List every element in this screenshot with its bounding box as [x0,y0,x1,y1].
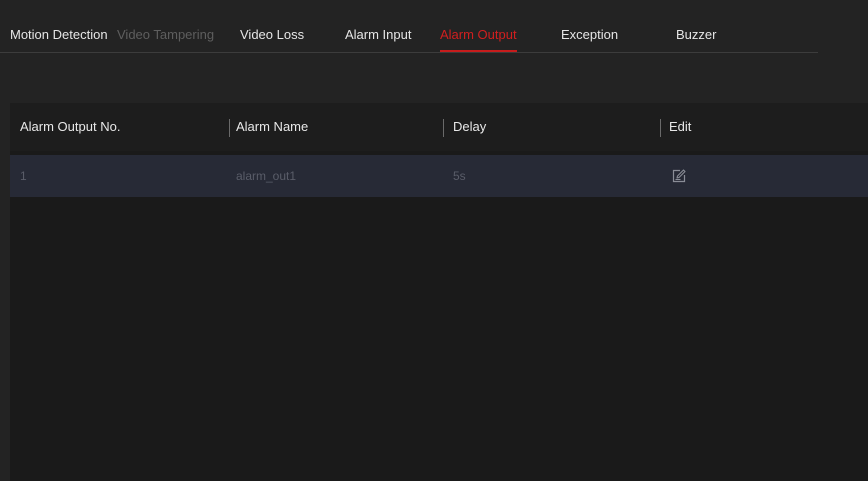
edit-icon[interactable] [671,168,687,184]
cell-alarm-output-no: 1 [20,169,27,183]
table-row[interactable]: 1 alarm_out1 5s [10,155,868,197]
column-divider [443,119,444,137]
tab-video-loss[interactable]: Video Loss [240,27,304,43]
tab-motion-detection[interactable]: Motion Detection [10,27,108,43]
column-header-alarm-name: Alarm Name [236,119,309,134]
alarm-output-page: Motion Detection Video Tampering Video L… [0,0,868,481]
alarm-output-table: Alarm Output No. Alarm Name Delay Edit 1… [10,103,868,481]
cell-alarm-name: alarm_out1 [236,169,297,183]
column-header-alarm-output-no: Alarm Output No. [20,119,121,134]
cell-delay: 5s [453,169,466,183]
column-header-delay: Delay [453,119,487,134]
table-header: Alarm Output No. Alarm Name Delay Edit [10,103,868,151]
tab-alarm-input[interactable]: Alarm Input [345,27,411,43]
tab-bar: Motion Detection Video Tampering Video L… [0,0,818,53]
tab-buzzer[interactable]: Buzzer [676,27,716,43]
column-divider [660,119,661,137]
tab-alarm-output[interactable]: Alarm Output [440,27,517,52]
column-header-edit: Edit [669,119,692,134]
column-divider [229,119,230,137]
tab-video-tampering: Video Tampering [117,27,215,42]
tab-exception[interactable]: Exception [561,27,618,43]
